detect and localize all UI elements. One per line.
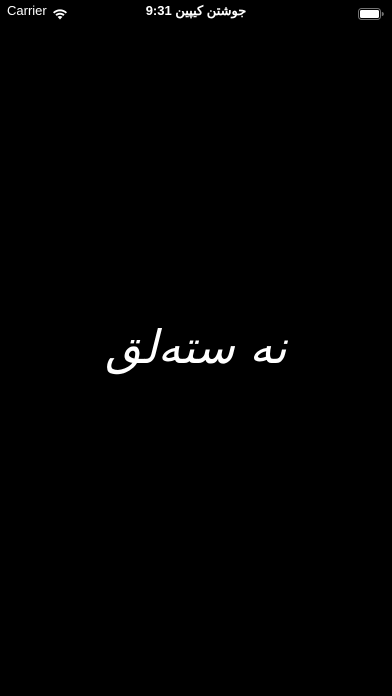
battery-fill [360,10,379,18]
splash-screen: Carrier 9:31 جوشتن كيپين نه ستەلق [0,0,392,696]
title-container: نه ستەلق [0,312,392,382]
battery-icon [358,5,384,20]
time-group: 9:31 جوشتن كيپين [0,3,392,19]
status-bar: Carrier 9:31 جوشتن كيپين [0,0,392,22]
status-time: 9:31 جوشتن كيپين [145,3,247,18]
app-title: نه ستەلق [105,320,287,374]
